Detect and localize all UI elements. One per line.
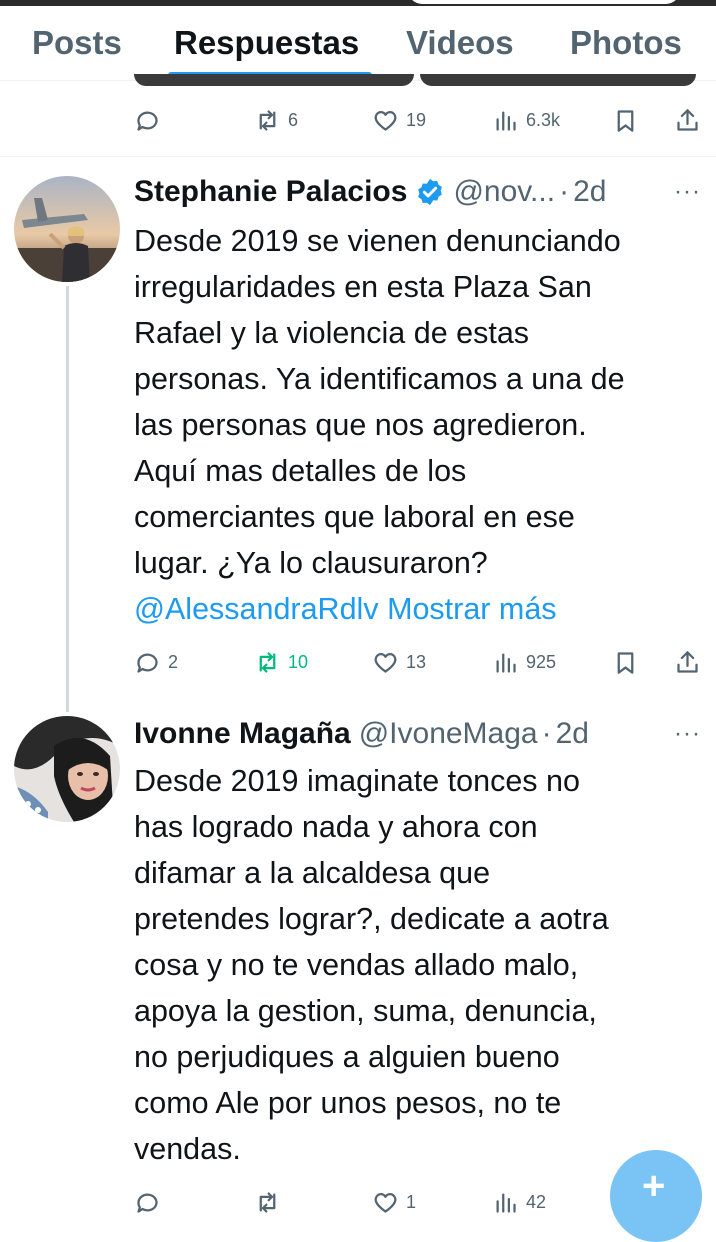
repost-count: 6 [288, 109, 299, 130]
avatar-photo [14, 176, 120, 282]
like-button[interactable]: 19 [372, 100, 426, 140]
reply-icon [137, 653, 158, 673]
action-bar: 6 19 6.3k [0, 100, 716, 140]
display-name[interactable]: Ivonne Magaña [134, 717, 351, 751]
reply-button[interactable] [134, 1182, 161, 1222]
views-count: 42 [526, 1191, 547, 1212]
verified-badge-icon [415, 177, 445, 207]
share-button[interactable] [674, 642, 701, 682]
tweet-text: Desde 2019 imaginate tonces no has logra… [134, 764, 609, 1166]
reply-icon [137, 111, 158, 131]
share-icon [677, 108, 698, 131]
views-button[interactable]: 42 [492, 1182, 546, 1222]
share-button[interactable] [674, 100, 701, 140]
repost-button[interactable]: 6 [254, 100, 298, 140]
share-icon [677, 650, 698, 673]
action-bar: 2 10 13 925 [0, 642, 716, 682]
mention-link[interactable]: @AlessandraRdlv [134, 592, 379, 626]
timestamp[interactable]: 2d [556, 717, 589, 751]
repost-icon [259, 1191, 276, 1213]
more-options-icon[interactable]: ··· [674, 178, 701, 206]
heart-icon [374, 1192, 397, 1213]
heart-icon [374, 652, 397, 673]
like-button[interactable]: 1 [372, 1182, 416, 1222]
like-button[interactable]: 13 [372, 642, 426, 682]
bookmark-button[interactable] [612, 100, 639, 140]
like-count: 1 [406, 1191, 417, 1212]
media-image[interactable] [420, 74, 696, 86]
action-bar: 1 42 [0, 1182, 716, 1222]
tweet-header: Ivonne Magaña @IvoneMaga · 2d [134, 712, 589, 756]
views-icon [496, 653, 516, 673]
tweet-header: Stephanie Palacios @nov... · 2d [134, 170, 606, 214]
avatar-photo [14, 716, 120, 822]
separator: · [541, 717, 552, 750]
display-name[interactable]: Stephanie Palacios [134, 175, 407, 209]
bookmark-icon [617, 651, 634, 674]
notch [408, 0, 680, 4]
views-button[interactable]: 925 [492, 642, 556, 682]
repost-icon [259, 109, 276, 131]
views-count: 925 [526, 651, 557, 672]
tab-photos[interactable]: Photos [570, 24, 682, 62]
show-more-link[interactable]: Mostrar más [387, 592, 556, 626]
compose-button[interactable]: + [610, 1150, 702, 1242]
like-count: 13 [406, 651, 427, 672]
views-count: 6.3k [526, 109, 561, 130]
reply-count: 2 [168, 651, 179, 672]
bookmark-button[interactable] [612, 642, 639, 682]
divider [0, 156, 716, 157]
tab-respuestas[interactable]: Respuestas [174, 24, 359, 62]
repost-count: 10 [288, 651, 309, 672]
views-icon [496, 1193, 516, 1213]
repost-button[interactable]: 10 [254, 642, 308, 682]
avatar[interactable] [14, 716, 120, 822]
reply-button[interactable]: 2 [134, 642, 178, 682]
separator: · [559, 175, 570, 208]
bookmark-icon [617, 109, 634, 132]
timestamp[interactable]: 2d [573, 175, 606, 209]
tweet-text: Desde 2019 se vienen denunciando irregul… [134, 224, 625, 580]
media-image[interactable] [134, 74, 414, 86]
repost-button[interactable] [254, 1182, 281, 1222]
tweet-continuation: @AlessandraRdlv Mostrar más [134, 586, 557, 632]
like-count: 19 [406, 109, 427, 130]
heart-icon [374, 110, 397, 131]
handle[interactable]: @IvoneMaga [359, 717, 538, 751]
profile-tabs: Posts Respuestas Videos Photos [0, 6, 716, 81]
avatar[interactable] [14, 176, 120, 282]
more-options-icon[interactable]: ··· [674, 720, 701, 748]
repost-icon [259, 651, 276, 673]
reply-button[interactable] [134, 100, 161, 140]
tab-videos[interactable]: Videos [406, 24, 514, 62]
plus-icon: + [642, 1164, 666, 1208]
reply-icon [137, 1193, 158, 1213]
views-button[interactable]: 6.3k [492, 100, 560, 140]
handle[interactable]: @nov... [453, 175, 555, 209]
views-icon [496, 111, 516, 131]
tab-posts[interactable]: Posts [32, 24, 122, 62]
